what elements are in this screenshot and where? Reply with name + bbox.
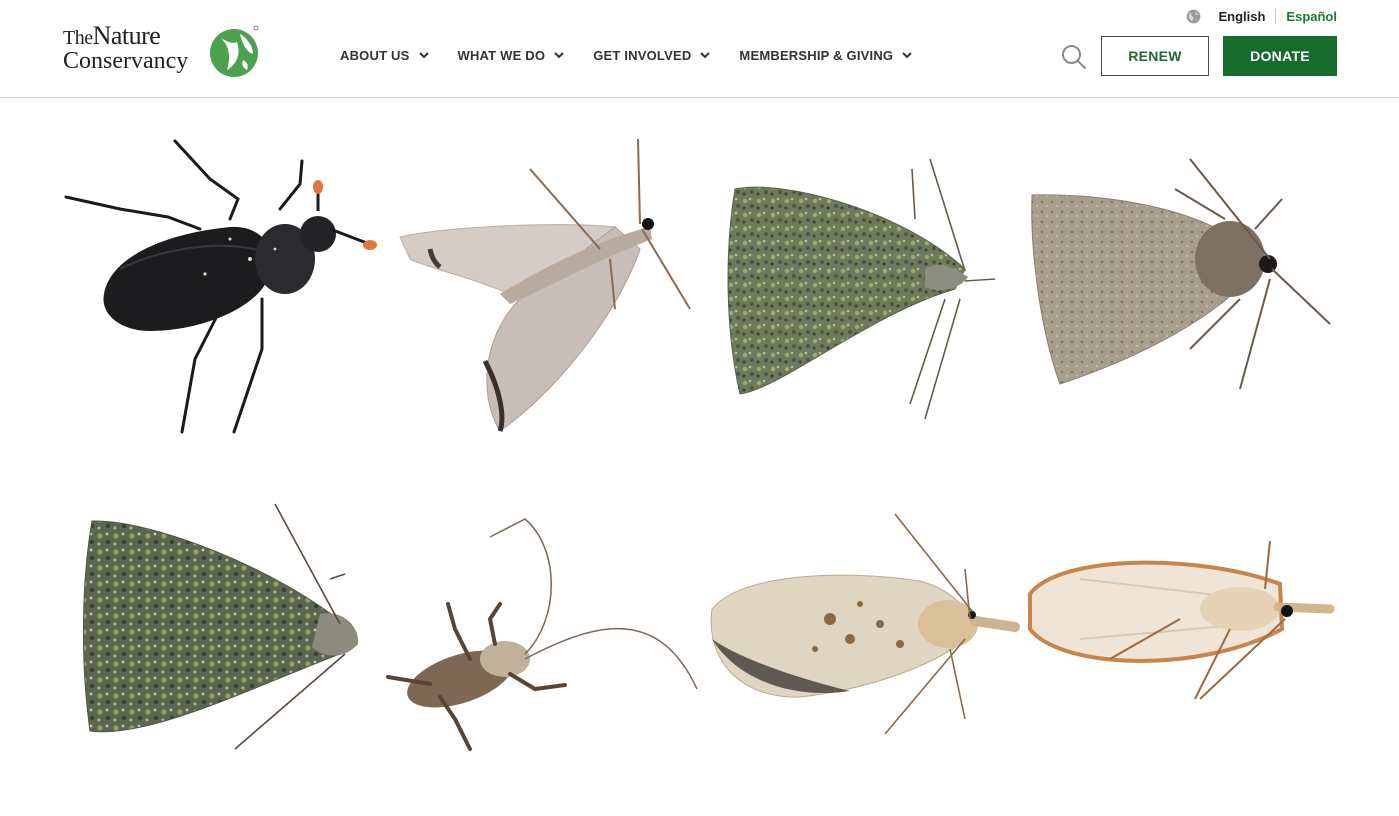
nav-item-about-us[interactable]: ABOUT US — [340, 48, 429, 63]
chevron-down-icon — [418, 52, 429, 59]
nav-item-membership-giving[interactable]: MEMBERSHIP & GIVING — [739, 48, 912, 63]
leaf-globe-icon — [210, 25, 259, 77]
globe-icon — [1187, 9, 1201, 23]
tan-leafroller-moth-image — [710, 513, 1020, 735]
language-switcher: English Español — [1186, 7, 1337, 25]
orange-moth-underside-image — [1028, 540, 1335, 700]
donate-button[interactable]: DONATE — [1223, 36, 1337, 76]
camel-cricket-image — [386, 518, 698, 751]
search-icon[interactable] — [1061, 44, 1087, 70]
site-header: TheNature Conservancy English Español AB… — [0, 0, 1399, 98]
green-lichen-moth-image — [82, 503, 359, 750]
chevron-down-icon — [554, 52, 564, 59]
nav-item-label: MEMBERSHIP & GIVING — [739, 48, 894, 63]
nav-item-label: GET INVOLVED — [593, 48, 692, 63]
insect-gallery-art — [64, 138, 1335, 751]
logo-wordmark: TheNature Conservancy — [63, 21, 189, 74]
burying-beetle-image — [64, 139, 377, 434]
tnc-logo[interactable]: TheNature Conservancy — [63, 20, 263, 82]
nav-item-what-we-do[interactable]: WHAT WE DO — [458, 48, 565, 63]
fuzzy-brown-moth-image — [1031, 158, 1331, 390]
pale-moth-underside-image — [399, 138, 691, 432]
nav-item-get-involved[interactable]: GET INVOLVED — [593, 48, 711, 63]
chevron-down-icon — [700, 52, 711, 59]
nav-item-label: ABOUT US — [340, 48, 410, 63]
renew-button[interactable]: RENEW — [1101, 36, 1209, 76]
language-espanol-link[interactable]: Español — [1286, 9, 1337, 24]
language-english[interactable]: English — [1218, 9, 1265, 24]
insect-gallery — [0, 99, 1399, 811]
main-nav: ABOUT US WHAT WE DO GET INVOLVED MEMBERSHIP… — [340, 48, 941, 63]
green-mottled-moth-image — [727, 158, 996, 420]
language-divider — [1275, 8, 1277, 24]
nav-item-label: WHAT WE DO — [457, 48, 546, 63]
chevron-down-icon — [902, 52, 912, 59]
